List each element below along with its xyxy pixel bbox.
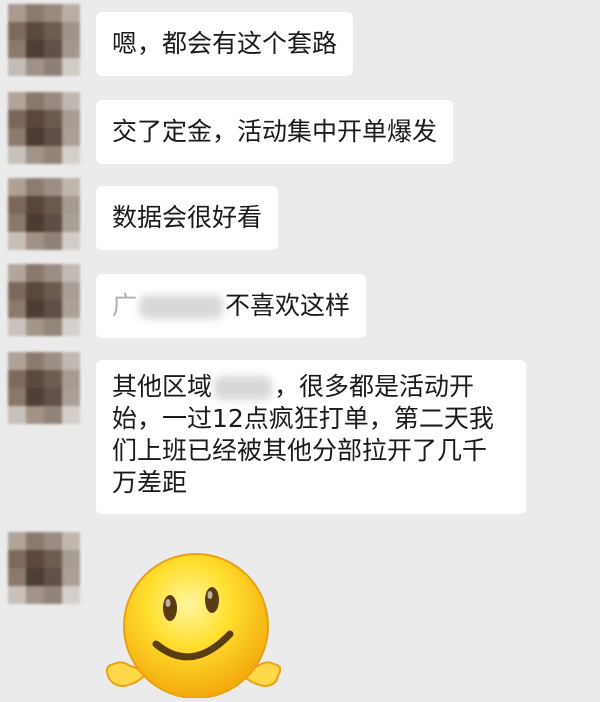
message-text-segment: ，很多都是活动开: [274, 372, 475, 401]
smiley-emoji[interactable]: [100, 548, 300, 699]
avatar[interactable]: [8, 178, 80, 250]
avatar[interactable]: [8, 92, 80, 164]
message-text-line: 们上班已经被其他分部拉开了几千: [112, 436, 488, 465]
message-bubble[interactable]: 数据会很好看: [96, 186, 279, 250]
avatar[interactable]: [8, 532, 80, 604]
message-bubble[interactable]: 嗯，都会有这个套路: [96, 12, 354, 76]
avatar[interactable]: [8, 352, 80, 424]
message-text-line: 始，一过12点疯狂打单，第二天我: [112, 404, 494, 433]
redacted-text: [139, 295, 224, 319]
message-text: 数据会很好看: [112, 203, 263, 232]
avatar[interactable]: [8, 264, 80, 336]
message-text-line: 万差距: [112, 468, 188, 497]
message-text: 交了定金，活动集中开单爆发: [112, 117, 438, 146]
message-text: 广 不喜欢这样: [112, 290, 350, 322]
message-text-line: 其他区域 ，很多都是活动开: [112, 371, 510, 403]
message-bubble[interactable]: 交了定金，活动集中开单爆发: [96, 100, 454, 164]
smiley-face-icon: [105, 553, 282, 699]
redacted-text: [214, 376, 273, 400]
message-text: 嗯，都会有这个套路: [112, 29, 338, 58]
message-text-segment: 其他区域: [112, 372, 213, 401]
message-bubble[interactable]: 其他区域 ，很多都是活动开 始，一过12点疯狂打单，第二天我 们上班已经被其他分部…: [96, 360, 526, 514]
avatar[interactable]: [8, 4, 80, 76]
message-text-prefix: 广: [112, 291, 138, 320]
message-text-suffix: 不喜欢这样: [225, 291, 351, 320]
message-bubble[interactable]: 广 不喜欢这样: [96, 274, 367, 338]
